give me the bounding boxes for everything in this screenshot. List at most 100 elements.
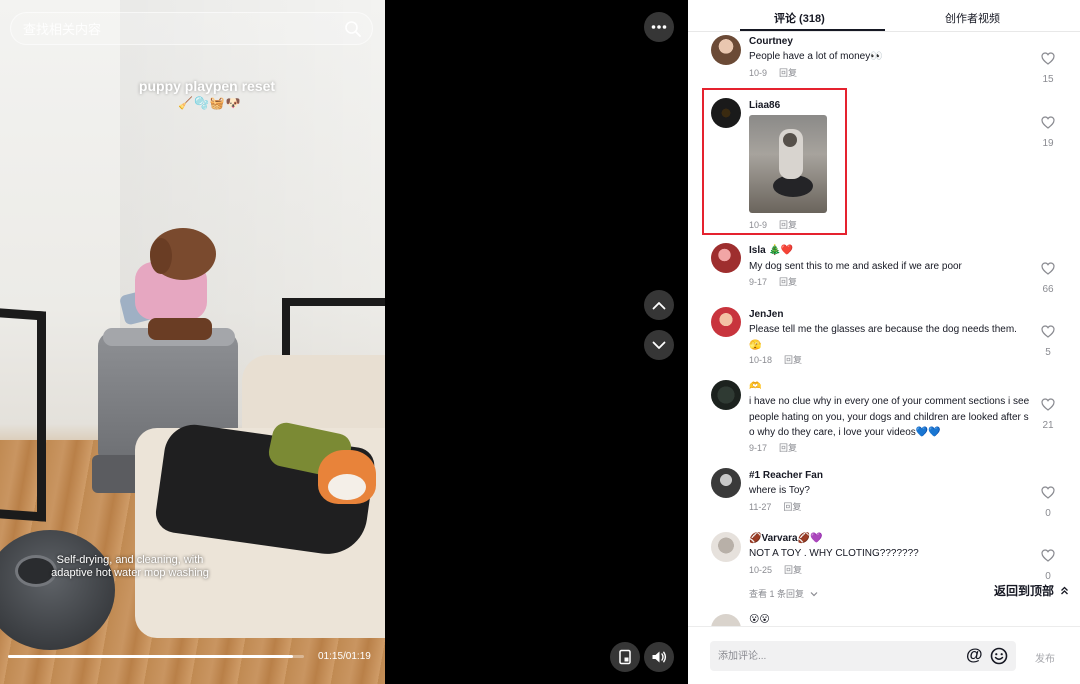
heart-icon [1041, 116, 1055, 129]
avatar[interactable] [711, 468, 741, 498]
avatar[interactable] [711, 307, 741, 337]
like-button[interactable]: 0 [1036, 486, 1060, 519]
picture-in-picture-icon [619, 649, 631, 665]
like-count: 0 [1045, 508, 1051, 519]
heart-icon [1041, 549, 1055, 562]
search-icon[interactable] [344, 20, 362, 38]
avatar[interactable] [711, 532, 741, 562]
like-button[interactable]: 21 [1036, 398, 1060, 431]
like-count: 19 [1042, 138, 1054, 149]
like-button[interactable]: 15 [1036, 52, 1060, 85]
comment-date: 9-17 [749, 277, 768, 287]
picture-in-picture-button[interactable] [610, 642, 640, 672]
comment-username[interactable]: Isla 🎄❤️ [749, 245, 793, 256]
video-frame-toy-face [328, 474, 366, 500]
more-icon [651, 25, 667, 29]
video-frame-playpen-left [0, 308, 46, 522]
comment-text: My dog sent this to me and asked if we a… [749, 261, 962, 272]
video-title: puppy playpen reset [138, 78, 276, 94]
post-button[interactable]: 发布 [1035, 650, 1055, 665]
comment-date: 9-17 [749, 443, 768, 453]
comment-username[interactable]: 😮😮 [749, 614, 770, 625]
comment-date: 10-18 [749, 355, 773, 365]
progress-bar[interactable] [8, 655, 304, 658]
avatar[interactable] [711, 98, 741, 128]
volume-button[interactable] [644, 642, 674, 672]
reply-button[interactable]: 回复 [779, 68, 797, 78]
comment-meta: 11-27 回复 [749, 500, 801, 513]
video-player[interactable]: puppy playpen reset 🧹🫧🧺🐶 Self-drying, an… [0, 0, 385, 684]
view-replies-button[interactable]: 查看 1 条回复 [749, 587, 818, 600]
reply-button[interactable]: 回复 [783, 502, 801, 512]
comment-meta: 10-9 回复 [749, 218, 797, 231]
reply-button[interactable]: 回复 [779, 277, 797, 287]
next-video-button[interactable] [644, 330, 674, 360]
reply-button[interactable]: 回复 [779, 220, 797, 230]
heart-icon [1041, 262, 1055, 275]
more-button[interactable] [644, 12, 674, 42]
comment-username[interactable]: Courtney [749, 36, 793, 47]
video-frame-dog-legs [148, 318, 212, 340]
comment-text: i have no clue why in every one of your … [749, 396, 1030, 438]
chevron-down-icon [652, 341, 666, 349]
heart-icon [1041, 52, 1055, 65]
avatar[interactable] [711, 380, 741, 410]
comment-text: People have a lot of money👀 [749, 51, 883, 62]
back-to-top-button[interactable]: 返回到顶部 [990, 580, 1074, 601]
comments-list[interactable]: Courtney People have a lot of money👀 10-… [688, 32, 1080, 626]
comment-username[interactable]: 🫶 [749, 381, 761, 392]
avatar[interactable] [711, 35, 741, 65]
comment-username[interactable]: #1 Reacher Fan [749, 470, 823, 481]
comment-username[interactable]: 🏈Varvara🏈💜 [749, 533, 823, 544]
like-button[interactable]: 0 [1036, 549, 1060, 582]
comment-image[interactable] [749, 115, 827, 213]
comment-text: NOT A TOY . WHY CLOTING??????? [749, 548, 919, 559]
back-to-top-label: 返回到顶部 [994, 584, 1055, 598]
double-chevron-up-icon [1061, 586, 1069, 595]
comment-meta: 10-9 回复 [749, 66, 797, 79]
view-replies-label: 查看 1 条回复 [749, 589, 805, 599]
heart-icon [1041, 325, 1055, 338]
like-count: 66 [1042, 284, 1054, 295]
like-count: 5 [1045, 347, 1051, 358]
comment-username[interactable]: JenJen [749, 309, 783, 320]
video-frame-dog-ear [150, 238, 172, 274]
like-button[interactable]: 19 [1036, 116, 1060, 149]
video-title-emoji: 🧹🫧🧺🐶 [178, 96, 242, 110]
comment-date: 10-25 [749, 565, 773, 575]
image-cat-head [783, 133, 797, 147]
like-button[interactable]: 5 [1036, 325, 1060, 358]
tab-comments[interactable]: 评论 (318) [774, 10, 825, 26]
like-count: 21 [1042, 420, 1054, 431]
avatar[interactable] [711, 614, 741, 626]
comment-date: 11-27 [749, 502, 772, 512]
reply-button[interactable]: 回复 [784, 565, 802, 575]
at-mention-icon[interactable]: @ [966, 645, 983, 665]
comment-meta: 9-17 回复 [749, 441, 797, 454]
video-subtitle: Self-drying, and cleaning, with adaptive… [51, 554, 209, 579]
search-input[interactable] [23, 21, 323, 38]
tab-creator-videos[interactable]: 创作者视频 [945, 10, 1000, 26]
comment-username[interactable]: Liaa86 [749, 100, 780, 111]
comment-input[interactable] [718, 649, 948, 664]
heart-icon [1041, 398, 1055, 411]
comment-meta: 10-25 回复 [749, 563, 802, 576]
avatar[interactable] [711, 243, 741, 273]
reply-button[interactable]: 回复 [779, 443, 797, 453]
volume-icon [652, 651, 667, 663]
comment-text: Please tell me the glasses are because t… [749, 324, 1017, 351]
chevron-up-icon [652, 301, 666, 309]
like-count: 15 [1042, 74, 1054, 85]
comment-date: 10-9 [749, 220, 768, 230]
search-box[interactable] [10, 12, 373, 45]
previous-video-button[interactable] [644, 290, 674, 320]
comments-panel: 评论 (318) 创作者视频 Courtney People have a lo… [688, 0, 1080, 684]
footer-divider [688, 626, 1080, 627]
comment-date: 10-9 [749, 68, 768, 78]
time-label: 01:15/01:19 [318, 651, 371, 662]
like-button[interactable]: 66 [1036, 262, 1060, 295]
comment-box: @ [710, 641, 1016, 671]
emoji-icon[interactable] [990, 647, 1008, 665]
reply-button[interactable]: 回复 [784, 355, 802, 365]
comment-text: where is Toy? [749, 485, 810, 496]
